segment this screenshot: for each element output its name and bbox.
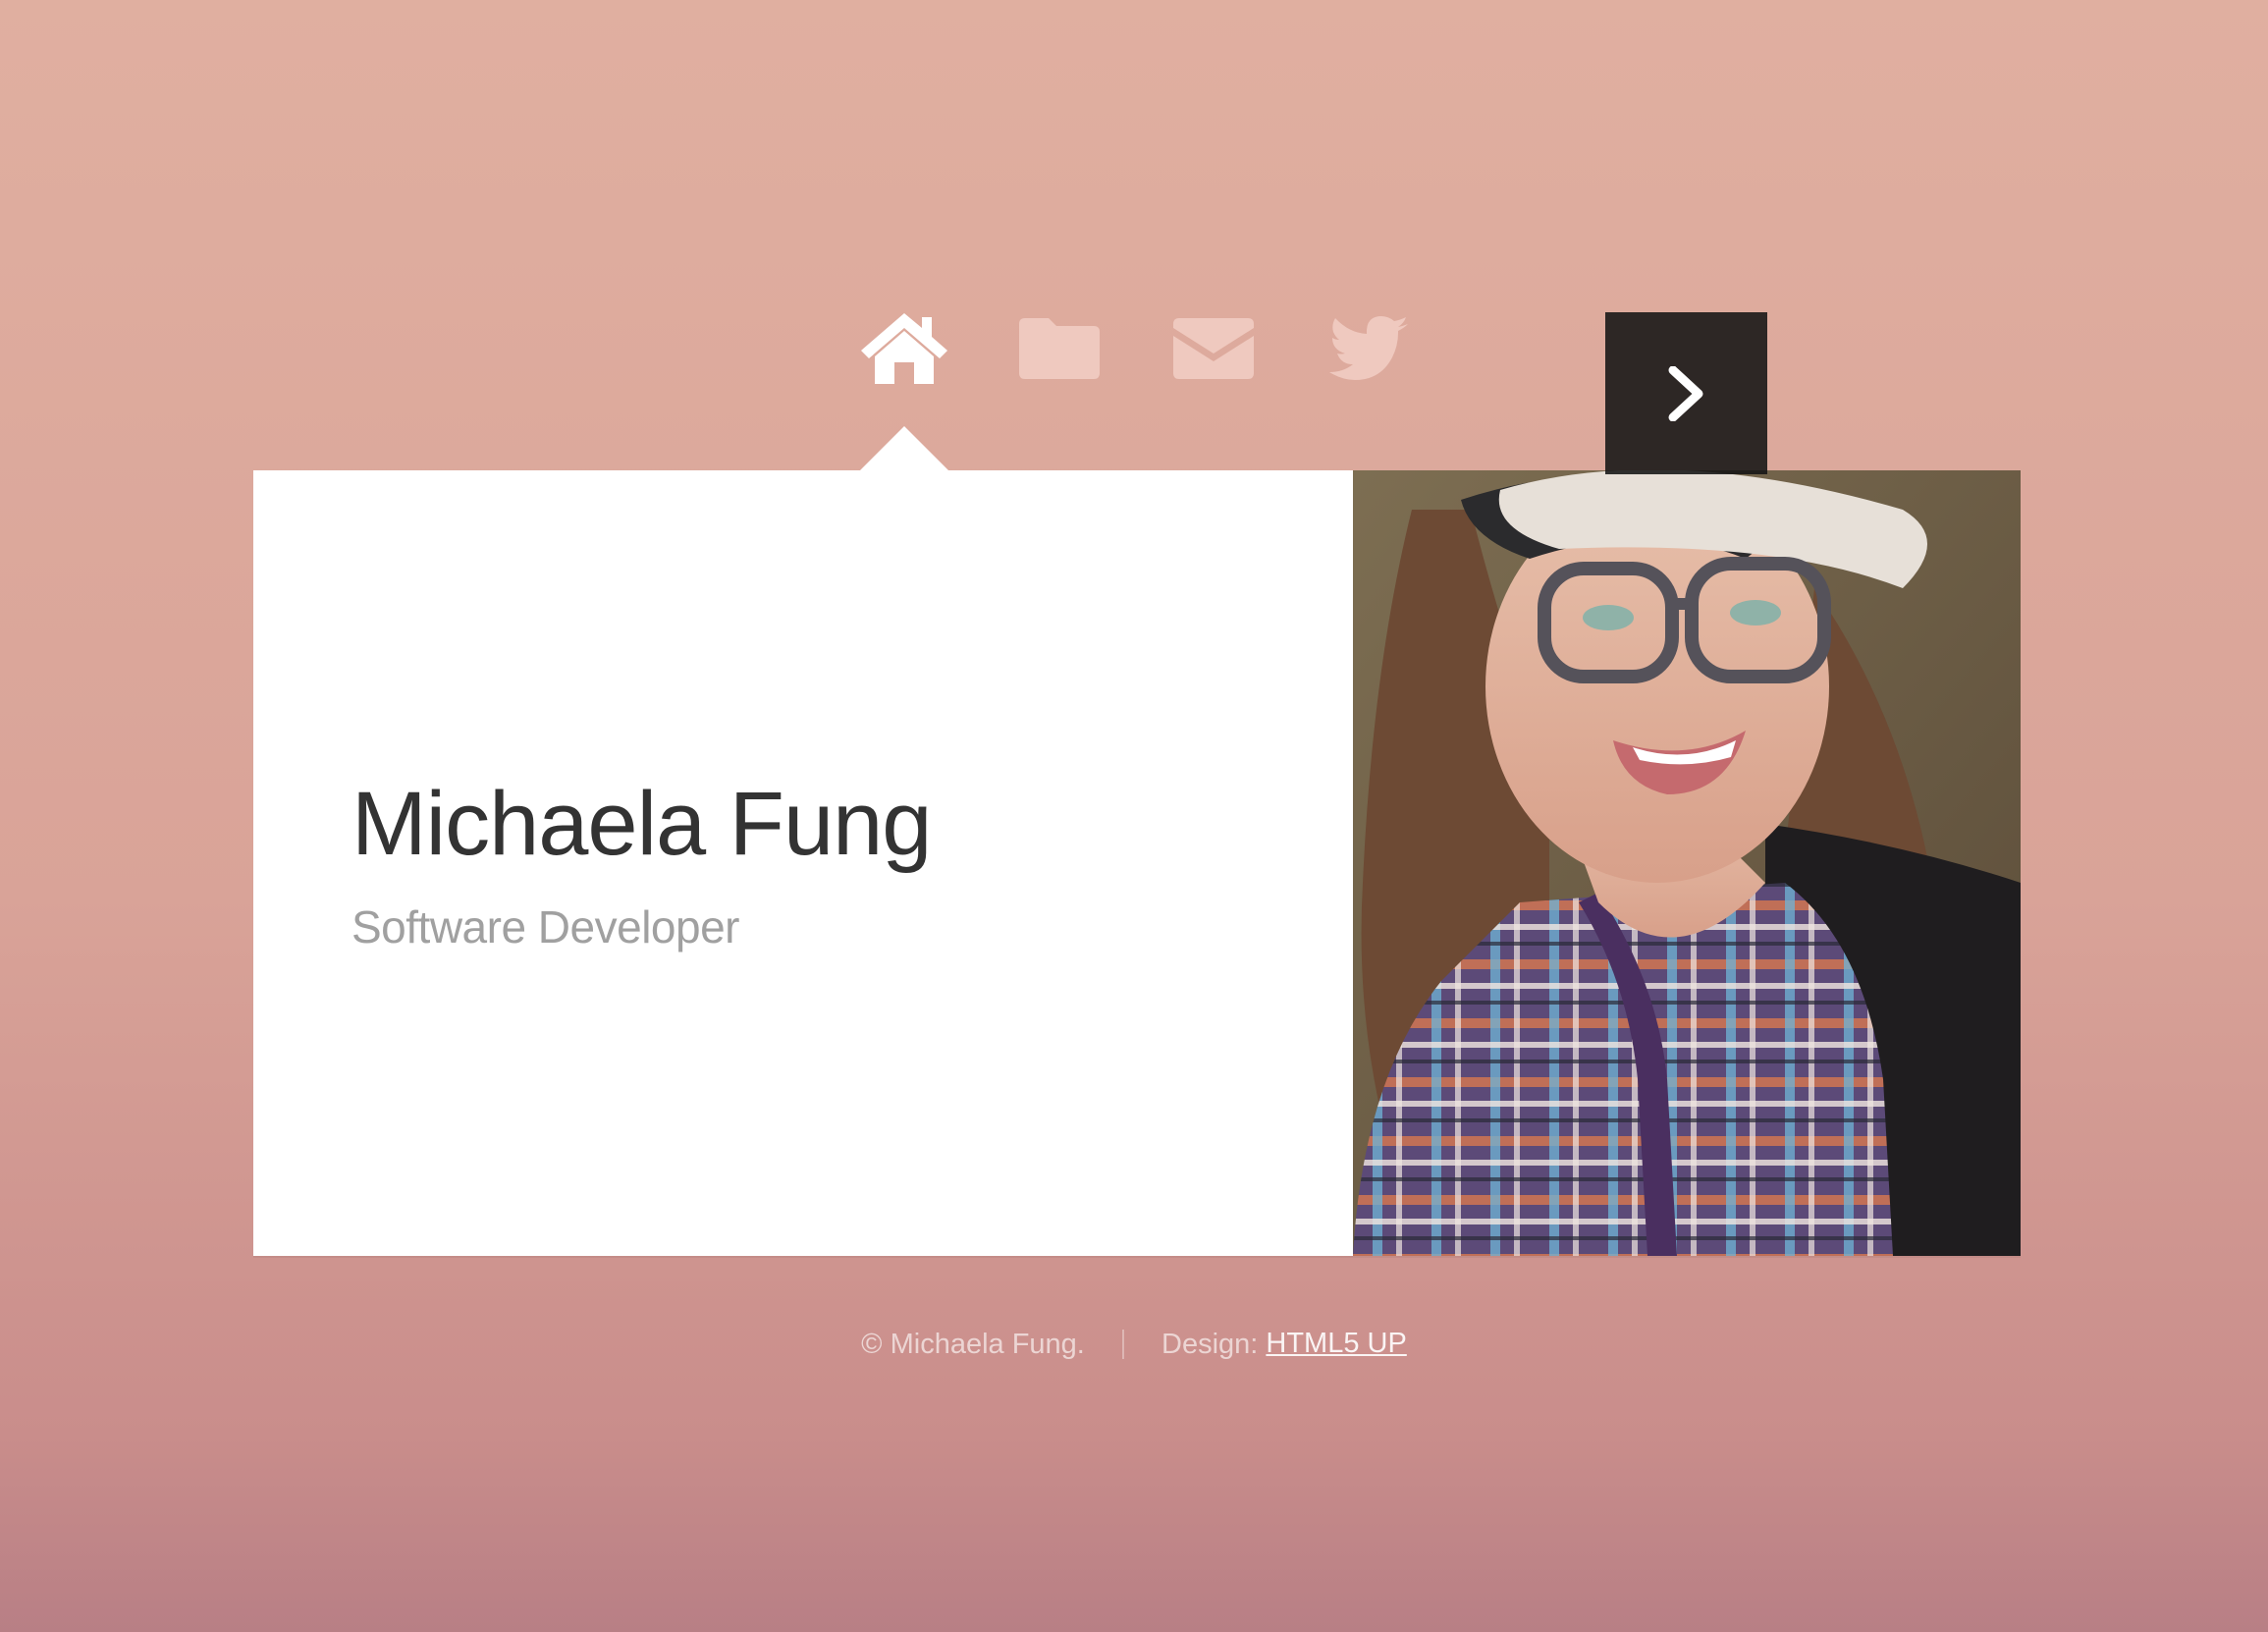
footer-design-label: Design: xyxy=(1161,1328,1259,1360)
next-slide-button[interactable] xyxy=(1605,312,1767,474)
nav-twitter[interactable] xyxy=(1320,304,1418,393)
footer-design-link[interactable]: HTML5 UP xyxy=(1266,1328,1406,1359)
profile-name: Michaela Fung xyxy=(351,774,932,874)
chevron-right-icon xyxy=(1668,365,1702,421)
profile-role: Software Developer xyxy=(351,901,739,952)
nav-contact[interactable] xyxy=(1164,304,1263,393)
envelope-icon xyxy=(1173,318,1254,379)
footer: © Michaela Fung. Design: HTML5 UP xyxy=(0,1328,2268,1361)
nav-portfolio[interactable] xyxy=(1010,304,1108,393)
footer-copyright: © Michaela Fung. xyxy=(861,1328,1085,1360)
profile-intro: Michaela Fung Software Developer xyxy=(253,470,1353,1256)
nav-home[interactable] xyxy=(855,304,953,393)
footer-divider xyxy=(1121,1330,1124,1360)
home-icon xyxy=(861,313,947,384)
profile-photo xyxy=(1353,470,2021,1256)
profile-card: Michaela Fung Software Developer xyxy=(253,470,2021,1256)
twitter-icon xyxy=(1329,316,1408,380)
main-nav xyxy=(0,304,2268,403)
folder-icon xyxy=(1019,318,1100,379)
active-nav-pointer xyxy=(860,426,948,470)
